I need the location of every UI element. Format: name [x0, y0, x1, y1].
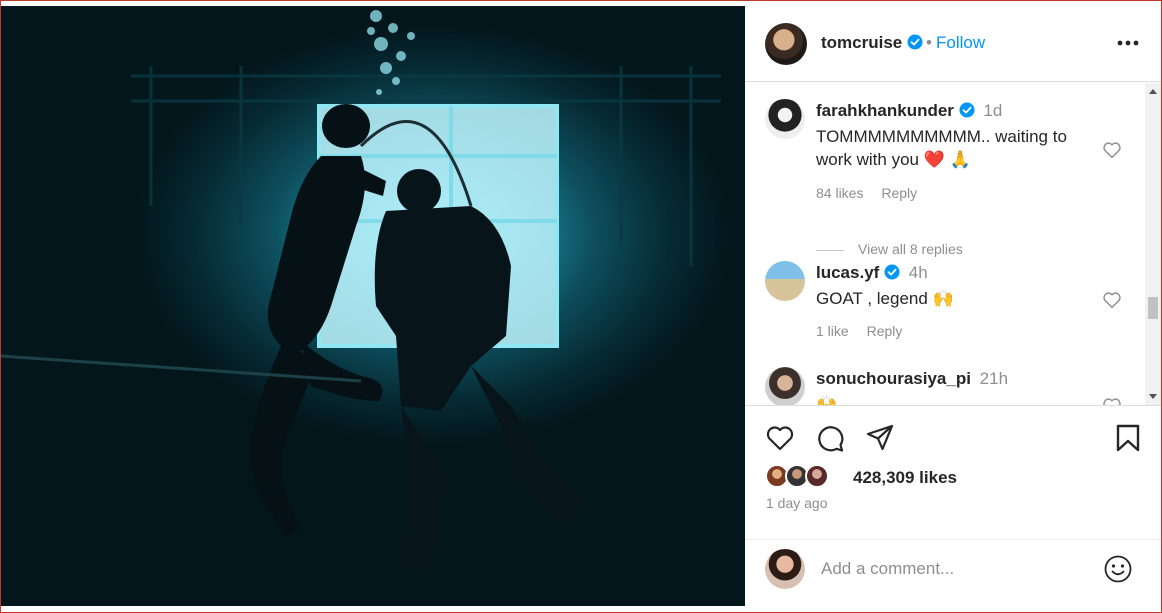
verified-badge-icon	[884, 264, 900, 280]
post-header: tomcruise • Follow	[745, 6, 1161, 82]
emoji-icon[interactable]	[1103, 554, 1133, 584]
comment-time: 4h	[908, 263, 928, 282]
scrollbar-thumb[interactable]	[1148, 297, 1158, 319]
commenter-avatar[interactable]	[765, 367, 805, 405]
liker-avatar	[805, 464, 829, 488]
comment-like-icon[interactable]	[1102, 141, 1122, 159]
follow-button[interactable]: Follow	[936, 33, 985, 53]
post-photo[interactable]	[1, 6, 745, 606]
comment-time: 21h	[979, 369, 1009, 388]
view-replies-button[interactable]: View all 8 replies	[816, 241, 963, 257]
comment-input[interactable]	[821, 557, 1091, 581]
comment-text: TOMMMMMMMMMM.. waiting to work with you …	[816, 127, 1067, 169]
underwater-scene-image	[1, 10, 721, 576]
comment-username[interactable]: lucas.yf 4h	[816, 263, 928, 283]
more-options-icon[interactable]	[1117, 40, 1139, 46]
post-actions: 428,309 likes 1 day ago	[745, 405, 1161, 606]
reply-button[interactable]: Reply	[867, 323, 903, 339]
comment-like-icon[interactable]	[1102, 291, 1122, 309]
commenter-avatar[interactable]	[765, 261, 805, 301]
post-side-panel: tomcruise • Follow farahkhankunder 1d TO…	[745, 6, 1161, 606]
comment-icon[interactable]	[815, 423, 845, 453]
comment-meta: 84 likes Reply	[816, 185, 931, 201]
author-username-text[interactable]: tomcruise	[821, 33, 902, 52]
commenter-avatar[interactable]	[765, 99, 805, 139]
comment-text: GOAT , legend 🙌	[816, 289, 954, 308]
add-comment-bar	[745, 539, 1161, 607]
current-user-avatar[interactable]	[765, 549, 805, 589]
save-icon[interactable]	[1113, 423, 1143, 453]
comment-likes[interactable]: 84 likes	[816, 185, 863, 201]
comment-text: 🙌	[816, 395, 838, 405]
likes-count[interactable]: 428,309 likes	[853, 468, 957, 488]
verified-badge-icon	[907, 34, 923, 50]
comment-time: 1d	[983, 101, 1003, 120]
post-time[interactable]: 1 day ago	[766, 495, 828, 511]
comment-username[interactable]: sonuchourasiya_pi 21h	[816, 369, 1008, 389]
author-username[interactable]: tomcruise	[821, 33, 923, 53]
share-icon[interactable]	[865, 423, 895, 453]
comment-likes[interactable]: 1 like	[816, 323, 849, 339]
like-icon[interactable]	[765, 423, 795, 453]
comment-username-text[interactable]: lucas.yf	[816, 263, 879, 282]
verified-badge-icon	[959, 102, 975, 118]
view-replies-text[interactable]: View all 8 replies	[858, 241, 963, 257]
comments-scrollbar[interactable]	[1145, 83, 1161, 405]
replies-divider	[816, 249, 844, 251]
reply-button[interactable]: Reply	[881, 185, 917, 201]
comments-list[interactable]: farahkhankunder 1d TOMMMMMMMMMM.. waitin…	[745, 83, 1145, 405]
comment-meta: 1 like Reply	[816, 323, 916, 339]
comment-username-text[interactable]: farahkhankunder	[816, 101, 954, 120]
comment-username-text[interactable]: sonuchourasiya_pi	[816, 369, 971, 388]
scroll-up-arrow-icon[interactable]	[1149, 89, 1157, 94]
author-avatar[interactable]	[765, 23, 807, 65]
comment-username[interactable]: farahkhankunder 1d	[816, 101, 1002, 121]
comment-like-icon[interactable]	[1102, 397, 1122, 405]
header-separator: •	[926, 33, 932, 52]
scroll-down-arrow-icon[interactable]	[1149, 394, 1157, 399]
